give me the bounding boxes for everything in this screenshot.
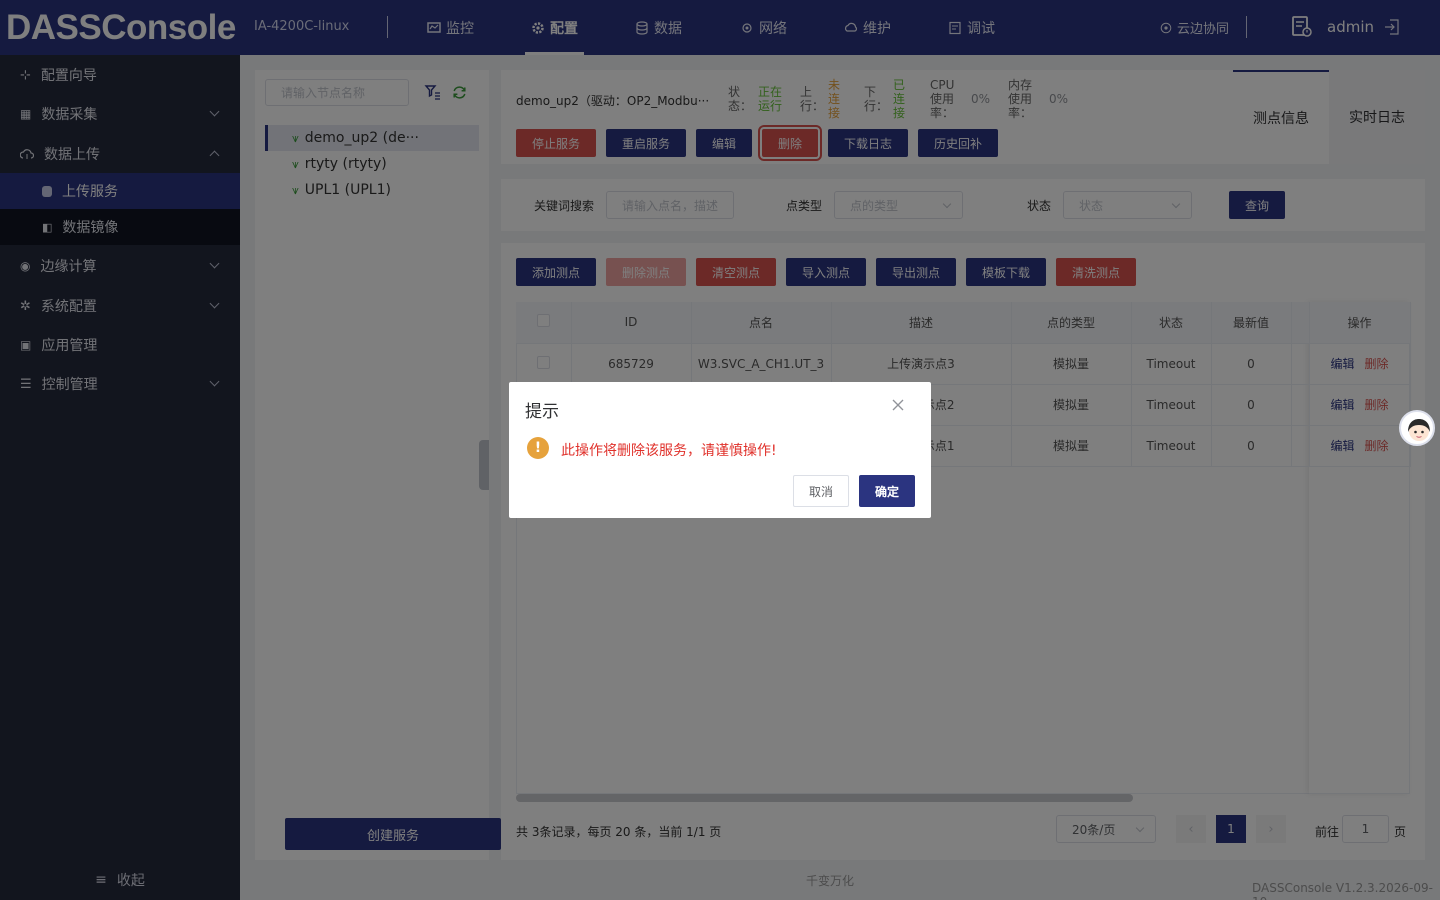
cancel-button[interactable]: 取消 xyxy=(793,475,849,507)
assistant-avatar[interactable] xyxy=(1399,410,1435,446)
dialog-message: 此操作将删除该服务，请谨慎操作! xyxy=(561,443,777,459)
warning-icon: ! xyxy=(527,437,549,459)
confirm-button[interactable]: 确定 xyxy=(859,475,915,507)
close-icon[interactable] xyxy=(890,397,906,413)
dialog-title: 提示 xyxy=(525,402,559,422)
